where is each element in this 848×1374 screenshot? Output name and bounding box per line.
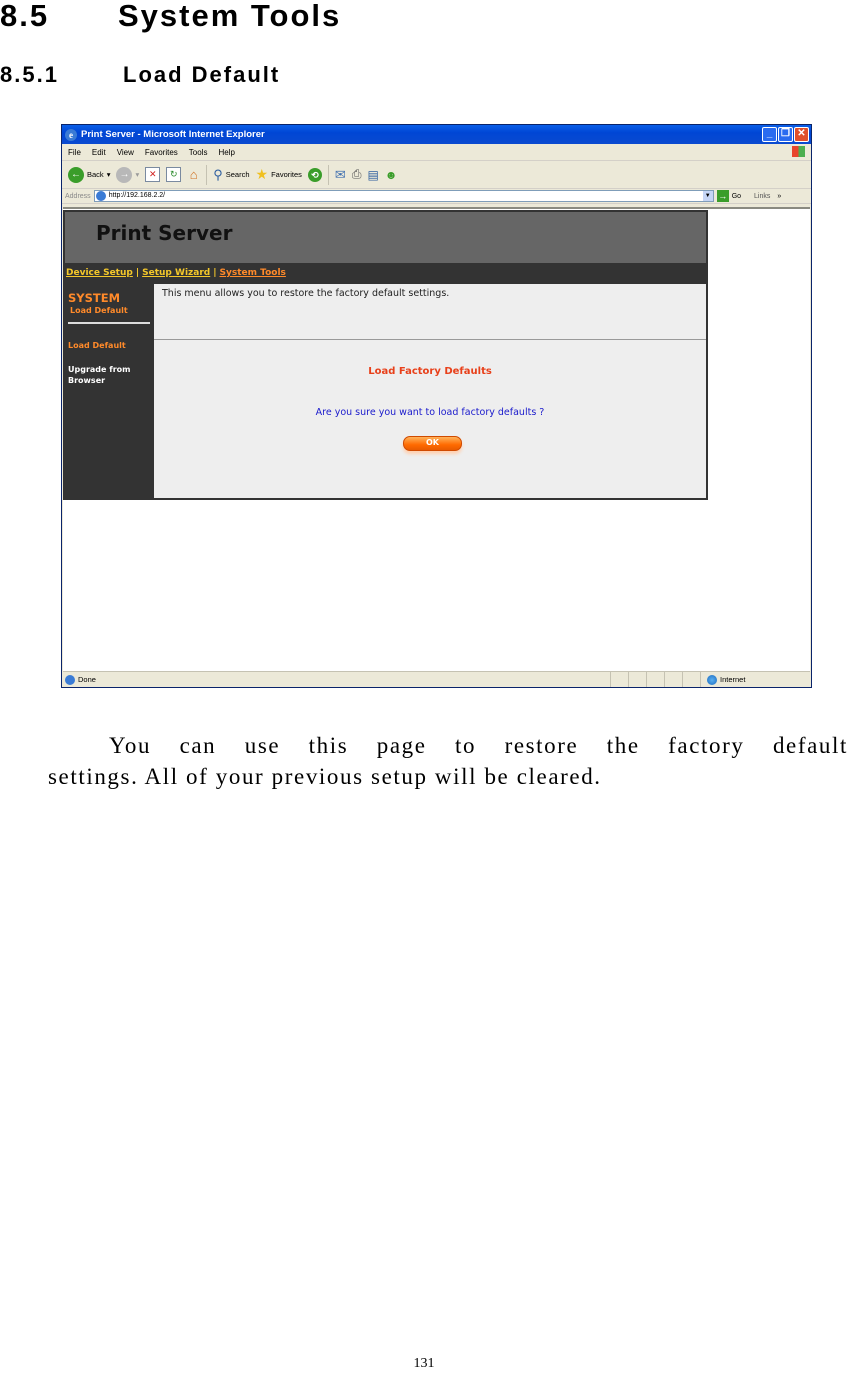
edit-icon[interactable]: ▤ bbox=[367, 168, 378, 182]
page-icon bbox=[65, 674, 75, 685]
menu-tools[interactable]: Tools bbox=[189, 148, 208, 157]
nav-separator: | bbox=[213, 268, 217, 278]
security-zone: Internet bbox=[700, 672, 745, 687]
page-number: 131 bbox=[413, 1356, 435, 1371]
sidebar-item-upgrade-from-browser[interactable]: Upgrade from Browser bbox=[68, 364, 138, 386]
page-viewport: Print Server Device Setup | Setup Wizard | S… bbox=[63, 207, 810, 673]
go-arrow-icon: → bbox=[716, 190, 729, 202]
menu-help[interactable]: Help bbox=[218, 148, 234, 157]
messenger-icon[interactable]: ☻ bbox=[385, 168, 398, 182]
history-icon[interactable]: ⟲ bbox=[307, 167, 322, 182]
subsection-heading: 8.5.1 Load Default bbox=[0, 62, 280, 88]
sidebar-heading: SYSTEM bbox=[68, 291, 121, 305]
paragraph-line-2: settings. All of your previous setup wil… bbox=[48, 764, 602, 789]
forward-arrow-icon: → bbox=[116, 166, 133, 183]
links-button[interactable]: Links bbox=[754, 193, 770, 200]
sidebar-divider bbox=[68, 322, 150, 324]
zone-text: Internet bbox=[720, 675, 746, 684]
subsection-title: Load Default bbox=[123, 62, 281, 87]
content-divider bbox=[154, 339, 706, 340]
status-left: Done bbox=[63, 674, 610, 685]
section-title: System Tools bbox=[118, 0, 342, 33]
windows-logo-icon bbox=[792, 146, 805, 157]
status-text: Done bbox=[78, 675, 96, 684]
back-button[interactable]: ← Back ▾ bbox=[68, 166, 111, 183]
confirm-question: Are you sure you want to load factory de… bbox=[315, 407, 545, 418]
window-controls: _ ❐ ✕ bbox=[762, 127, 809, 142]
menu-edit[interactable]: Edit bbox=[92, 148, 106, 157]
refresh-icon[interactable]: ↻ bbox=[166, 167, 182, 182]
toolbar-separator bbox=[206, 164, 208, 185]
mail-icon[interactable]: ✉ bbox=[335, 167, 346, 183]
ie-icon: e bbox=[65, 128, 77, 141]
stop-icon[interactable]: ✕ bbox=[145, 167, 161, 182]
subsection-number: 8.5.1 bbox=[0, 62, 59, 87]
home-icon[interactable]: ⌂ bbox=[187, 168, 200, 181]
status-pane bbox=[628, 672, 646, 687]
top-nav: Device Setup | Setup Wizard | System Tools bbox=[65, 263, 707, 284]
forward-button[interactable]: → ▾ bbox=[116, 166, 140, 183]
chevron-right-icon[interactable]: » bbox=[777, 193, 781, 200]
back-arrow-icon: ← bbox=[68, 166, 84, 183]
toolbar-separator bbox=[327, 164, 329, 185]
back-label: Back bbox=[87, 170, 104, 179]
page-description: This menu allows you to restore the fact… bbox=[162, 288, 450, 299]
status-pane bbox=[664, 672, 682, 687]
nav-system-tools[interactable]: System Tools bbox=[220, 268, 286, 278]
chevron-down-icon: ▾ bbox=[135, 170, 140, 179]
minimize-button[interactable]: _ bbox=[762, 127, 777, 142]
menu-bar: File Edit View Favorites Tools Help bbox=[62, 144, 811, 161]
ok-button[interactable]: OK bbox=[403, 436, 462, 451]
status-pane bbox=[646, 672, 664, 687]
window-title: Print Server - Microsoft Internet Explor… bbox=[81, 129, 265, 140]
go-button[interactable]: → Go bbox=[716, 190, 742, 202]
sidebar: SYSTEM Load Default Load Default Upgrade… bbox=[65, 284, 154, 498]
title-bar: e Print Server - Microsoft Internet Expl… bbox=[62, 125, 811, 144]
menu-view[interactable]: View bbox=[117, 148, 134, 157]
close-button[interactable]: ✕ bbox=[794, 127, 809, 142]
print-server-page: Print Server Device Setup | Setup Wizard | S… bbox=[63, 210, 708, 500]
favorites-label: Favorites bbox=[271, 170, 302, 179]
search-button[interactable]: ⚲ Search bbox=[213, 167, 249, 183]
menu-favorites[interactable]: Favorites bbox=[145, 148, 178, 157]
page-title: Print Server bbox=[96, 221, 233, 245]
print-icon[interactable]: ⎙ bbox=[352, 167, 362, 182]
globe-icon bbox=[707, 674, 717, 685]
nav-device-setup[interactable]: Device Setup bbox=[66, 268, 133, 278]
toolbar: ← Back ▾ → ▾ ✕ ↻ ⌂ ⚲ Search ★ Favorites … bbox=[62, 161, 811, 189]
browser-window: e Print Server - Microsoft Internet Expl… bbox=[61, 124, 812, 688]
section-number: 8.5 bbox=[0, 0, 50, 33]
status-panes bbox=[610, 672, 700, 687]
search-label: Search bbox=[225, 170, 250, 179]
status-pane bbox=[610, 672, 628, 687]
favorites-button[interactable]: ★ Favorites bbox=[256, 166, 302, 183]
go-label: Go bbox=[731, 192, 742, 200]
nav-setup-wizard[interactable]: Setup Wizard bbox=[142, 268, 210, 278]
menu-file[interactable]: File bbox=[68, 148, 81, 157]
load-factory-defaults-heading: Load Factory Defaults bbox=[368, 366, 492, 377]
address-label: Address bbox=[65, 192, 91, 200]
sidebar-subheading: Load Default bbox=[70, 306, 128, 315]
nav-separator: | bbox=[135, 268, 140, 278]
star-icon: ★ bbox=[255, 166, 269, 182]
body-paragraph: You can use this page to restore the fac… bbox=[48, 730, 848, 792]
restore-button[interactable]: ❐ bbox=[778, 127, 793, 142]
paragraph-line-1: You can use this page to restore the fac… bbox=[109, 733, 848, 758]
chevron-down-icon[interactable]: ▼ bbox=[702, 191, 713, 201]
address-input[interactable]: http://192.168.2.2/ ▼ bbox=[93, 190, 714, 202]
chevron-down-icon: ▾ bbox=[106, 170, 111, 179]
page-icon bbox=[95, 191, 106, 201]
sidebar-item-load-default[interactable]: Load Default bbox=[68, 340, 126, 351]
search-icon: ⚲ bbox=[213, 166, 223, 182]
status-bar: Done Internet bbox=[63, 671, 810, 687]
address-value: http://192.168.2.2/ bbox=[108, 192, 166, 199]
section-heading: 8.5 System Tools bbox=[0, 0, 341, 34]
address-bar: Address http://192.168.2.2/ ▼ → Go Links… bbox=[62, 189, 811, 204]
status-pane bbox=[682, 672, 700, 687]
